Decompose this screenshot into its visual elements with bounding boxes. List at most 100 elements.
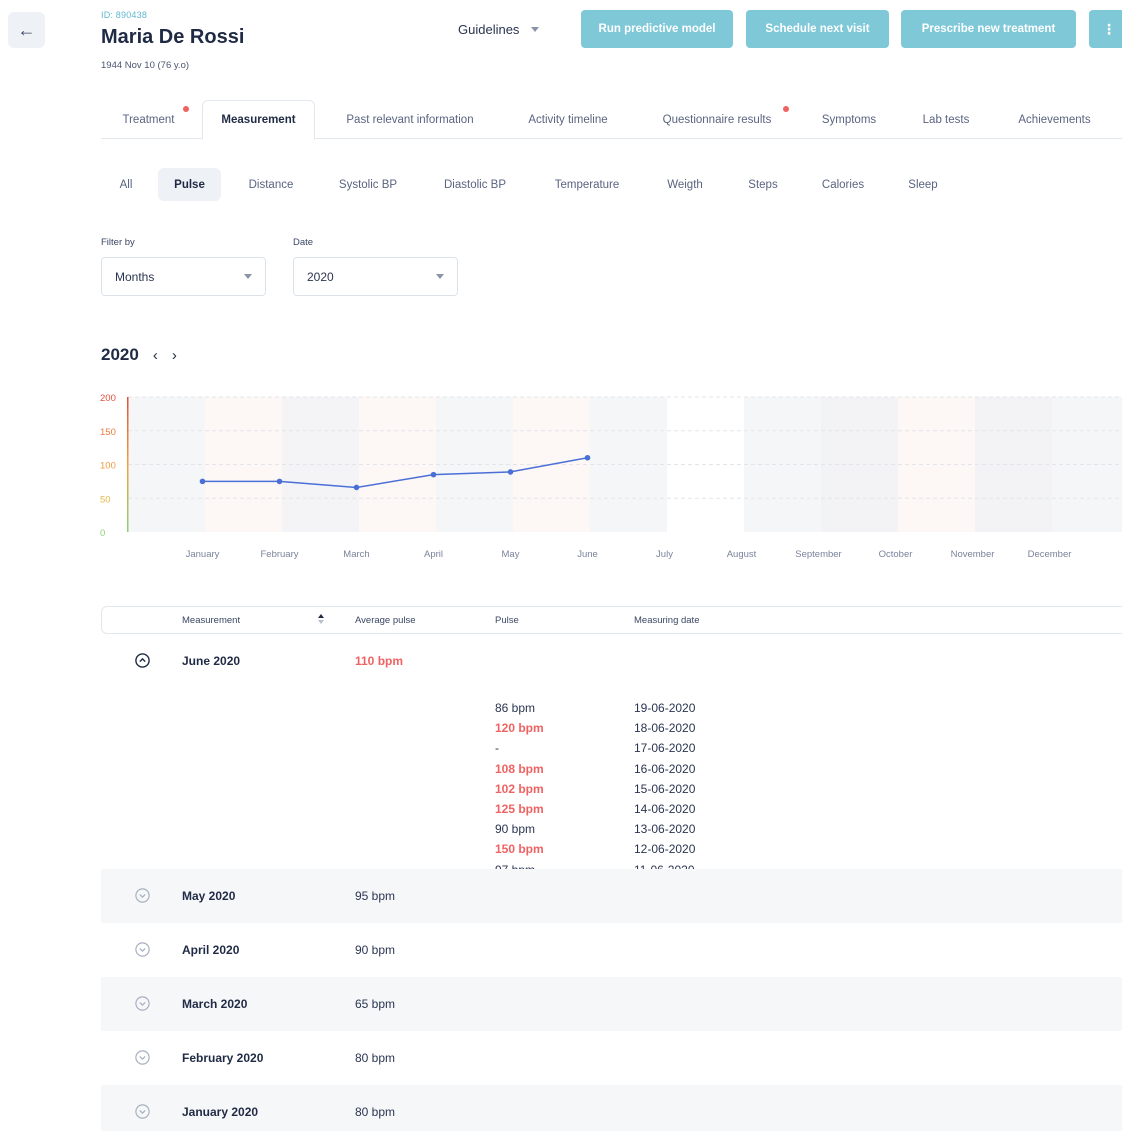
pulse-value: 86 bpm (495, 701, 536, 715)
chevron-down-icon[interactable] (135, 888, 150, 903)
x-tick-label: August (727, 549, 757, 560)
x-tick-label: March (343, 549, 369, 560)
header-pulse: Pulse (495, 615, 519, 626)
measuring-date: 13-06-2020 (634, 822, 696, 837)
subtab-steps[interactable]: Steps (732, 168, 794, 201)
tab-lab-tests[interactable]: Lab tests (895, 100, 997, 139)
table-row: 120 bpm 18-06-2020 (101, 721, 1122, 741)
group-label: February 2020 (182, 1051, 264, 1065)
y-tick-label: 0 (100, 528, 105, 539)
filter-by-label: Filter by (101, 237, 135, 248)
y-tick-label: 100 (100, 461, 116, 472)
back-button[interactable]: ← (8, 12, 45, 48)
x-tick-label: November (951, 549, 995, 560)
guidelines-dropdown[interactable]: Guidelines (458, 22, 540, 37)
subtab-sleep[interactable]: Sleep (894, 168, 952, 201)
tab-label: Lab tests (922, 113, 970, 126)
data-point[interactable] (276, 478, 283, 485)
tab-achievements[interactable]: Achievements (997, 100, 1112, 139)
tab-treatment[interactable]: Treatment (101, 100, 196, 139)
filter-by-value: Months (115, 269, 155, 284)
subtab-distance[interactable]: Distance (233, 168, 309, 201)
subtab-diastolic-bp[interactable]: Diastolic BP (428, 168, 522, 201)
tab-label: Treatment (122, 113, 175, 126)
pulse-value: 150 bpm (495, 842, 544, 857)
date-value: 2020 (307, 269, 334, 284)
data-point[interactable] (430, 471, 437, 478)
y-tick-label: 150 (100, 427, 116, 438)
table-row: 86 bpm 19-06-2020 (101, 701, 1122, 721)
table-group-collapsed[interactable]: March 2020 65 bpm (101, 977, 1122, 1031)
schedule-next-visit-button[interactable]: Schedule next visit (746, 10, 889, 48)
subtab-systolic-bp[interactable]: Systolic BP (322, 168, 414, 201)
date-select[interactable]: 2020 (293, 257, 458, 296)
chevron-down-icon[interactable] (135, 996, 150, 1011)
chevron-up-icon[interactable] (135, 653, 150, 668)
pulse-value: 108 bpm (495, 761, 544, 776)
subtab-calories[interactable]: Calories (806, 168, 880, 201)
measuring-date: 17-06-2020 (634, 741, 696, 756)
arrow-left-icon: ← (17, 19, 36, 40)
table-group-collapsed[interactable]: April 2020 90 bpm (101, 923, 1122, 977)
table-group-collapsed[interactable]: February 2020 80 bpm (101, 1031, 1122, 1085)
subtab-temperature[interactable]: Temperature (536, 168, 638, 201)
pulse-value: - (495, 741, 499, 756)
pulse-value: 102 bpm (495, 781, 544, 796)
table-group-expanded: June 2020 110 bpm 86 bpm 19-06-2020 120 bp… (101, 634, 1122, 877)
run-predictive-model-button[interactable]: Run predictive model (581, 10, 733, 48)
table-row: 125 bpm 14-06-2020 (101, 802, 1122, 822)
tab-measurement[interactable]: Measurement (202, 100, 315, 140)
group-label: January 2020 (182, 1105, 259, 1119)
table-group-collapsed[interactable]: January 2020 80 bpm (101, 1085, 1122, 1131)
x-tick-label: July (656, 549, 673, 560)
notification-dot (183, 106, 189, 112)
tab-questionnaire-results[interactable]: Questionnaire results (631, 100, 803, 139)
tab-activity-timeline[interactable]: Activity timeline (505, 100, 631, 139)
tab-label: Symptoms (821, 113, 877, 126)
guidelines-label: Guidelines (458, 22, 520, 37)
pulse-value: 120 bpm (495, 721, 544, 736)
chevron-down-icon[interactable] (135, 1050, 150, 1065)
patient-name: Maria De Rossi (101, 26, 245, 48)
measuring-date: 14-06-2020 (634, 802, 696, 816)
table-header: Measurement Average pulse Pulse Measurin… (101, 606, 1122, 634)
data-point[interactable] (584, 454, 591, 461)
group-average: 80 bpm (355, 1105, 396, 1119)
table-group-collapsed[interactable]: May 2020 95 bpm (101, 869, 1122, 923)
sort-icon[interactable] (317, 614, 325, 626)
subtab-all[interactable]: All (108, 168, 144, 201)
chevron-right-icon[interactable]: › (172, 347, 177, 364)
subtab-weigth[interactable]: Weigth (650, 168, 720, 201)
measuring-date: 12-06-2020 (634, 842, 696, 857)
table-row: 150 bpm 12-06-2020 (101, 842, 1122, 862)
year-title: 2020 (101, 345, 139, 364)
x-tick-label: September (795, 549, 841, 560)
x-tick-label: April (424, 549, 443, 560)
group-label: March 2020 (182, 997, 248, 1011)
group-average: 110 bpm (355, 654, 404, 668)
group-average: 65 bpm (355, 997, 396, 1011)
more-options-button[interactable]: ⋮ (1089, 10, 1122, 48)
header-measuring-date: Measuring date (634, 615, 700, 626)
chevron-left-icon[interactable]: ‹ (153, 347, 158, 364)
tab-label: Achievements (1018, 113, 1091, 126)
measuring-date: 16-06-2020 (634, 761, 696, 776)
data-point[interactable] (507, 469, 514, 475)
patient-id: ID: 890438 (101, 10, 148, 20)
x-tick-label: June (577, 549, 598, 560)
prescribe-new-treatment-button[interactable]: Prescribe new treatment (901, 10, 1076, 48)
group-average: 90 bpm (355, 943, 396, 957)
subtab-pulse[interactable]: Pulse (158, 168, 221, 201)
filter-by-select[interactable]: Months (101, 257, 266, 296)
chevron-down-icon[interactable] (135, 942, 150, 957)
group-label: June 2020 (182, 654, 241, 668)
chevron-down-icon[interactable] (135, 1104, 150, 1119)
caret-down-icon (436, 274, 444, 279)
tab-label: Past relevant information (346, 113, 474, 126)
table-row: 102 bpm 15-06-2020 (101, 782, 1122, 802)
tab-symptoms[interactable]: Symptoms (803, 100, 895, 139)
data-point[interactable] (353, 484, 360, 491)
tab-past-relevant-information[interactable]: Past relevant information (315, 100, 505, 139)
date-label: Date (293, 237, 314, 248)
data-point[interactable] (199, 478, 206, 485)
